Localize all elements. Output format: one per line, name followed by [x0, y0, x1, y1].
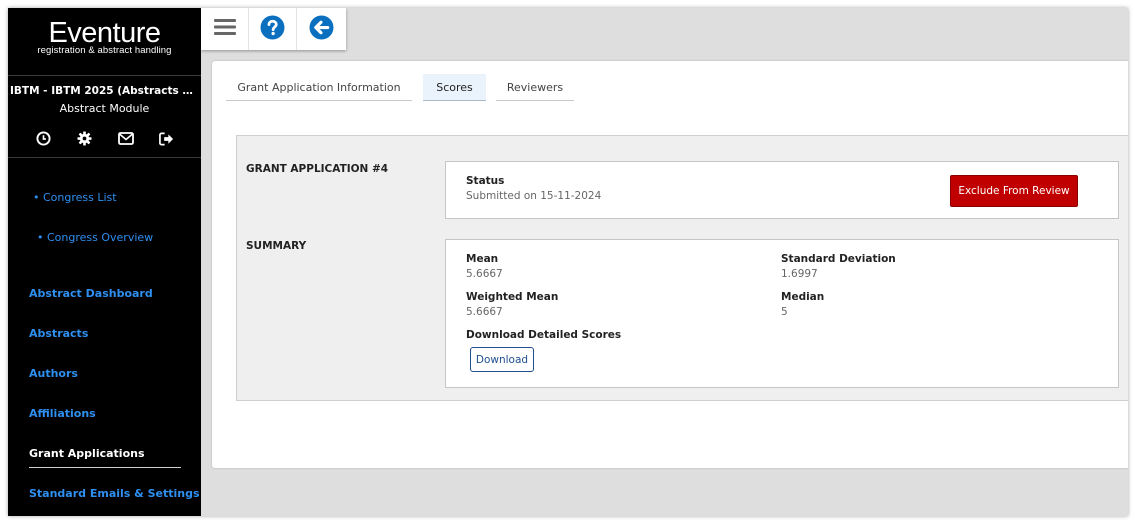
top-toolbar	[201, 8, 346, 50]
main-card: Grant Application Information Scores Rev…	[212, 61, 1128, 468]
sidebar-item-affiliations[interactable]: Affiliations	[29, 407, 96, 420]
congress-title: IBTM - IBTM 2025 (Abstracts & Participan…	[10, 85, 201, 97]
tab-grant-application-information[interactable]: Grant Application Information	[226, 74, 412, 101]
back-arrow-icon	[309, 15, 334, 44]
gear-icon[interactable]	[76, 130, 93, 147]
menu-icon	[213, 18, 236, 40]
logo-subtitle: registration & abstract handling	[37, 45, 172, 56]
download-button[interactable]: Download	[470, 347, 534, 372]
summary-heading: SUMMARY	[246, 240, 307, 252]
grant-application-heading: GRANT APPLICATION #4	[246, 163, 389, 175]
median-value: 5	[781, 306, 788, 318]
sidebar-item-authors[interactable]: Authors	[29, 367, 78, 380]
sidebar-item-grant-applications[interactable]: Grant Applications	[29, 447, 145, 460]
status-label: Status	[466, 175, 505, 187]
mean-label: Mean	[466, 253, 499, 265]
sidebar: Eventure registration & abstract handlin…	[8, 8, 201, 516]
summary-box: Mean 5.6667 Standard Deviation 1.6997 We…	[445, 239, 1119, 388]
sidebar-item-congress-overview[interactable]: • Congress Overview	[37, 231, 153, 244]
tab-scores[interactable]: Scores	[423, 74, 486, 101]
standard-deviation-label: Standard Deviation	[781, 253, 896, 265]
sidebar-item-standard-emails-settings[interactable]: Standard Emails & Settings	[29, 487, 200, 500]
sidebar-item-congress-list[interactable]: • Congress List	[33, 191, 117, 204]
sidebar-item-abstract-dashboard[interactable]: Abstract Dashboard	[29, 287, 153, 300]
sidebar-icon-bar	[35, 130, 175, 147]
help-icon	[260, 15, 285, 44]
weighted-mean-value: 5.6667	[466, 306, 503, 318]
sign-out-icon[interactable]	[158, 130, 175, 147]
mean-value: 5.6667	[466, 268, 503, 280]
sidebar-divider	[8, 157, 201, 158]
logo-title: Eventure	[48, 17, 161, 49]
envelope-icon[interactable]	[117, 130, 134, 147]
download-detailed-scores-label: Download Detailed Scores	[466, 329, 622, 341]
median-label: Median	[781, 291, 825, 303]
standard-deviation-value: 1.6997	[781, 268, 818, 280]
sidebar-item-abstracts[interactable]: Abstracts	[29, 327, 88, 340]
clock-icon[interactable]	[35, 130, 52, 147]
status-value: Submitted on 15-11-2024	[466, 190, 602, 202]
scores-panel: GRANT APPLICATION #4 Status Submitted on…	[236, 135, 1128, 401]
menu-button[interactable]	[201, 8, 249, 50]
weighted-mean-label: Weighted Mean	[466, 291, 559, 303]
module-name: Abstract Module	[59, 102, 150, 115]
back-button[interactable]	[297, 8, 345, 50]
logo: Eventure registration & abstract handlin…	[8, 18, 201, 56]
help-button[interactable]	[249, 8, 297, 50]
exclude-from-review-button[interactable]: Exclude From Review	[950, 175, 1078, 207]
app-window: Eventure registration & abstract handlin…	[8, 8, 1128, 516]
sidebar-divider	[8, 75, 201, 76]
active-item-underline	[29, 467, 181, 468]
status-box: Status Submitted on 15-11-2024 Exclude F…	[445, 161, 1119, 219]
tab-reviewers[interactable]: Reviewers	[496, 74, 574, 101]
